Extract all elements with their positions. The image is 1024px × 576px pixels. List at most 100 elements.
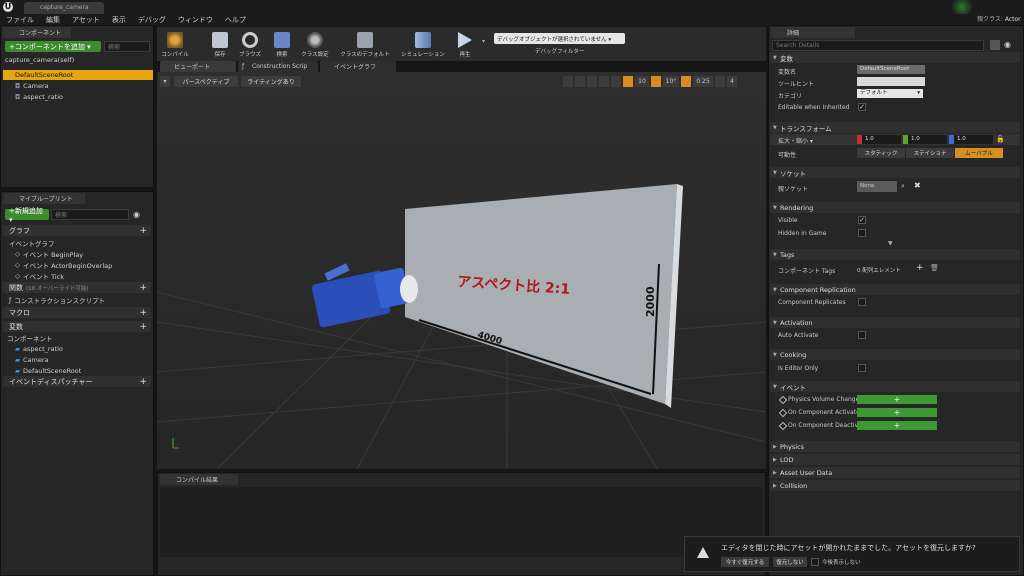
scale-z-field[interactable]: 1.0 xyxy=(949,135,993,144)
event-graph-item[interactable]: イベントグラフ xyxy=(9,238,55,248)
add-physics-volume-event-button[interactable]: + xyxy=(857,395,937,404)
rotation-snap-icon[interactable] xyxy=(651,76,661,87)
menu-file[interactable]: ファイル xyxy=(6,15,34,25)
section-rendering[interactable]: ▼ Rendering xyxy=(770,202,1020,213)
lighting-button[interactable]: ライティングあり xyxy=(241,76,301,87)
event-tick-item[interactable]: ◇ イベント Tick xyxy=(15,271,64,281)
var-name-field[interactable]: DefaultSceneRoot xyxy=(857,65,925,74)
tab-event-graph[interactable]: イベントグラフ xyxy=(320,61,396,72)
section-tags[interactable]: ▼ Tags xyxy=(770,249,1020,260)
add-new-button[interactable]: +新規追加 ▾ xyxy=(5,207,49,224)
play-options-arrow-icon[interactable]: ▾ xyxy=(482,38,485,45)
class-defaults-button[interactable]: クラスのデフォルト xyxy=(337,30,393,58)
tree-item-aspect-ratio[interactable]: ◘ aspect_ratio xyxy=(15,92,63,102)
add-function-icon[interactable]: + xyxy=(139,283,147,293)
tab-construction-script[interactable]: ƒ Construction Scrip xyxy=(238,61,318,72)
delete-tag-icon[interactable]: 🗑 xyxy=(930,264,939,272)
functions-section[interactable]: 関数 (18 オーバーライド可能) + xyxy=(3,282,151,293)
class-settings-button[interactable]: クラス設定 xyxy=(298,30,332,58)
section-transform[interactable]: ▼ トランスフォーム xyxy=(770,122,1020,133)
parent-class-value[interactable]: Actor xyxy=(1005,16,1021,23)
menu-debug[interactable]: デバッグ xyxy=(138,15,166,25)
translate-icon[interactable] xyxy=(563,76,573,87)
add-component-activated-event-button[interactable]: + xyxy=(857,408,937,417)
dont-restore-button[interactable]: 復元しない xyxy=(773,557,807,567)
dont-show-checkbox[interactable] xyxy=(811,558,819,566)
auto-activate-checkbox[interactable] xyxy=(858,331,866,339)
details-eye-icon[interactable]: ◉ xyxy=(1004,40,1011,49)
scale-snap-value[interactable]: 0.25 xyxy=(693,76,713,87)
section-activation[interactable]: ▼ Activation xyxy=(770,317,1020,328)
add-tag-icon[interactable]: + xyxy=(916,263,924,273)
scale-snap-icon[interactable] xyxy=(681,76,691,87)
save-button[interactable]: 保存 xyxy=(208,30,232,58)
expand-advanced-icon[interactable]: ▼ xyxy=(888,240,893,247)
grid-snap-value[interactable]: 10 xyxy=(635,76,649,87)
socket-clear-icon[interactable]: ✖ xyxy=(914,181,921,190)
graphs-section[interactable]: グラフ + xyxy=(3,225,151,236)
details-view-options-icon[interactable] xyxy=(990,40,1000,50)
menu-asset[interactable]: アセット xyxy=(72,15,100,25)
component-search-input[interactable]: 検索 xyxy=(104,41,150,52)
socket-search-icon[interactable]: ⌕ xyxy=(901,182,905,191)
section-events[interactable]: ▼ イベント xyxy=(770,381,1020,392)
mobility-movable[interactable]: ムーバブル xyxy=(955,148,1003,158)
lock-icon[interactable]: 🔓 xyxy=(996,135,1005,143)
menu-edit[interactable]: 編集 xyxy=(46,15,60,25)
document-tab[interactable]: capture_camera xyxy=(24,2,104,14)
add-graph-icon[interactable]: + xyxy=(139,226,147,236)
event-overlap-item[interactable]: ◇ イベント ActorBeginOverlap xyxy=(15,260,112,270)
event-beginplay-item[interactable]: ◇ イベント BeginPlay xyxy=(15,249,83,259)
add-component-button[interactable]: +コンポーネントを追加 ▾ xyxy=(5,41,101,52)
dispatchers-section[interactable]: イベントディスパッチャー + xyxy=(3,376,151,387)
menu-help[interactable]: ヘルプ xyxy=(225,15,246,25)
section-physics[interactable]: ▶ Physics xyxy=(770,441,1020,452)
self-item[interactable]: capture_camera(self) xyxy=(5,55,151,65)
viewport-options-button[interactable]: ▾ xyxy=(160,76,170,87)
var-aspect-ratio[interactable]: ▰ aspect_ratio xyxy=(15,344,63,354)
tree-item-root[interactable]: DefaultSceneRoot xyxy=(3,70,153,80)
section-cooking[interactable]: ▼ Cooking xyxy=(770,349,1020,360)
simulation-button[interactable]: シミュレーション xyxy=(398,30,448,58)
scale-icon[interactable] xyxy=(587,76,597,87)
mobility-stationary[interactable]: ステイショナ xyxy=(906,148,954,158)
add-dispatcher-icon[interactable]: + xyxy=(139,377,147,387)
components-tab[interactable]: コンポーネント xyxy=(3,27,71,38)
tree-item-camera[interactable]: ◘ Camera xyxy=(15,81,49,91)
scale-y-field[interactable]: 1.0 xyxy=(903,135,947,144)
category-select[interactable]: デフォルト ▾ xyxy=(857,89,923,98)
compile-results-tab[interactable]: コンパイル結果 xyxy=(160,474,238,485)
play-button[interactable]: 再生 xyxy=(452,30,478,58)
macros-section[interactable]: マクロ + xyxy=(3,307,151,318)
hidden-in-game-checkbox[interactable] xyxy=(858,229,866,237)
var-camera[interactable]: ▰ Camera xyxy=(15,355,49,365)
rotate-icon[interactable] xyxy=(575,76,585,87)
details-tab[interactable]: 詳細 xyxy=(771,27,855,38)
browse-button[interactable]: ブラウズ xyxy=(236,30,264,58)
add-variable-icon[interactable]: + xyxy=(139,322,147,332)
my-blueprint-tab[interactable]: マイブループリント xyxy=(3,193,85,204)
camera-speed-icon[interactable] xyxy=(715,76,725,87)
is-editor-only-checkbox[interactable] xyxy=(858,364,866,372)
eye-icon[interactable]: ◉ xyxy=(133,210,140,219)
mobility-static[interactable]: スタティック xyxy=(857,148,905,158)
visible-checkbox[interactable]: ✓ xyxy=(858,216,866,224)
tooltip-field[interactable] xyxy=(857,77,925,86)
editable-inherited-checkbox[interactable]: ✓ xyxy=(858,103,866,111)
section-collision[interactable]: ▶ Collision xyxy=(770,480,1020,491)
component-replicates-checkbox[interactable] xyxy=(858,298,866,306)
tab-viewport[interactable]: ビューポート xyxy=(160,61,236,72)
camera-speed-value[interactable]: 4 xyxy=(727,76,737,87)
compile-button[interactable]: コンパイル xyxy=(160,30,190,58)
variables-section[interactable]: 変数 + xyxy=(3,321,151,332)
section-component-replication[interactable]: ▼ Component Replication xyxy=(770,284,1020,295)
surface-snap-icon[interactable] xyxy=(611,76,621,87)
section-asset-user-data[interactable]: ▶ Asset User Data xyxy=(770,467,1020,478)
var-default-scene-root[interactable]: ▰ DefaultSceneRoot xyxy=(15,366,81,376)
section-lod[interactable]: ▶ LOD xyxy=(770,454,1020,465)
world-local-icon[interactable] xyxy=(599,76,609,87)
blueprint-search-input[interactable]: 検索 xyxy=(51,209,129,220)
debug-object-select[interactable]: デバッグオブジェクトが選択されていません ▾ xyxy=(494,33,625,44)
rotation-snap-value[interactable]: 10° xyxy=(663,76,679,87)
viewport[interactable]: アスペクト比 2:1 4000 2000 ▾ パースペクティブ ライティングあり… xyxy=(157,72,766,469)
